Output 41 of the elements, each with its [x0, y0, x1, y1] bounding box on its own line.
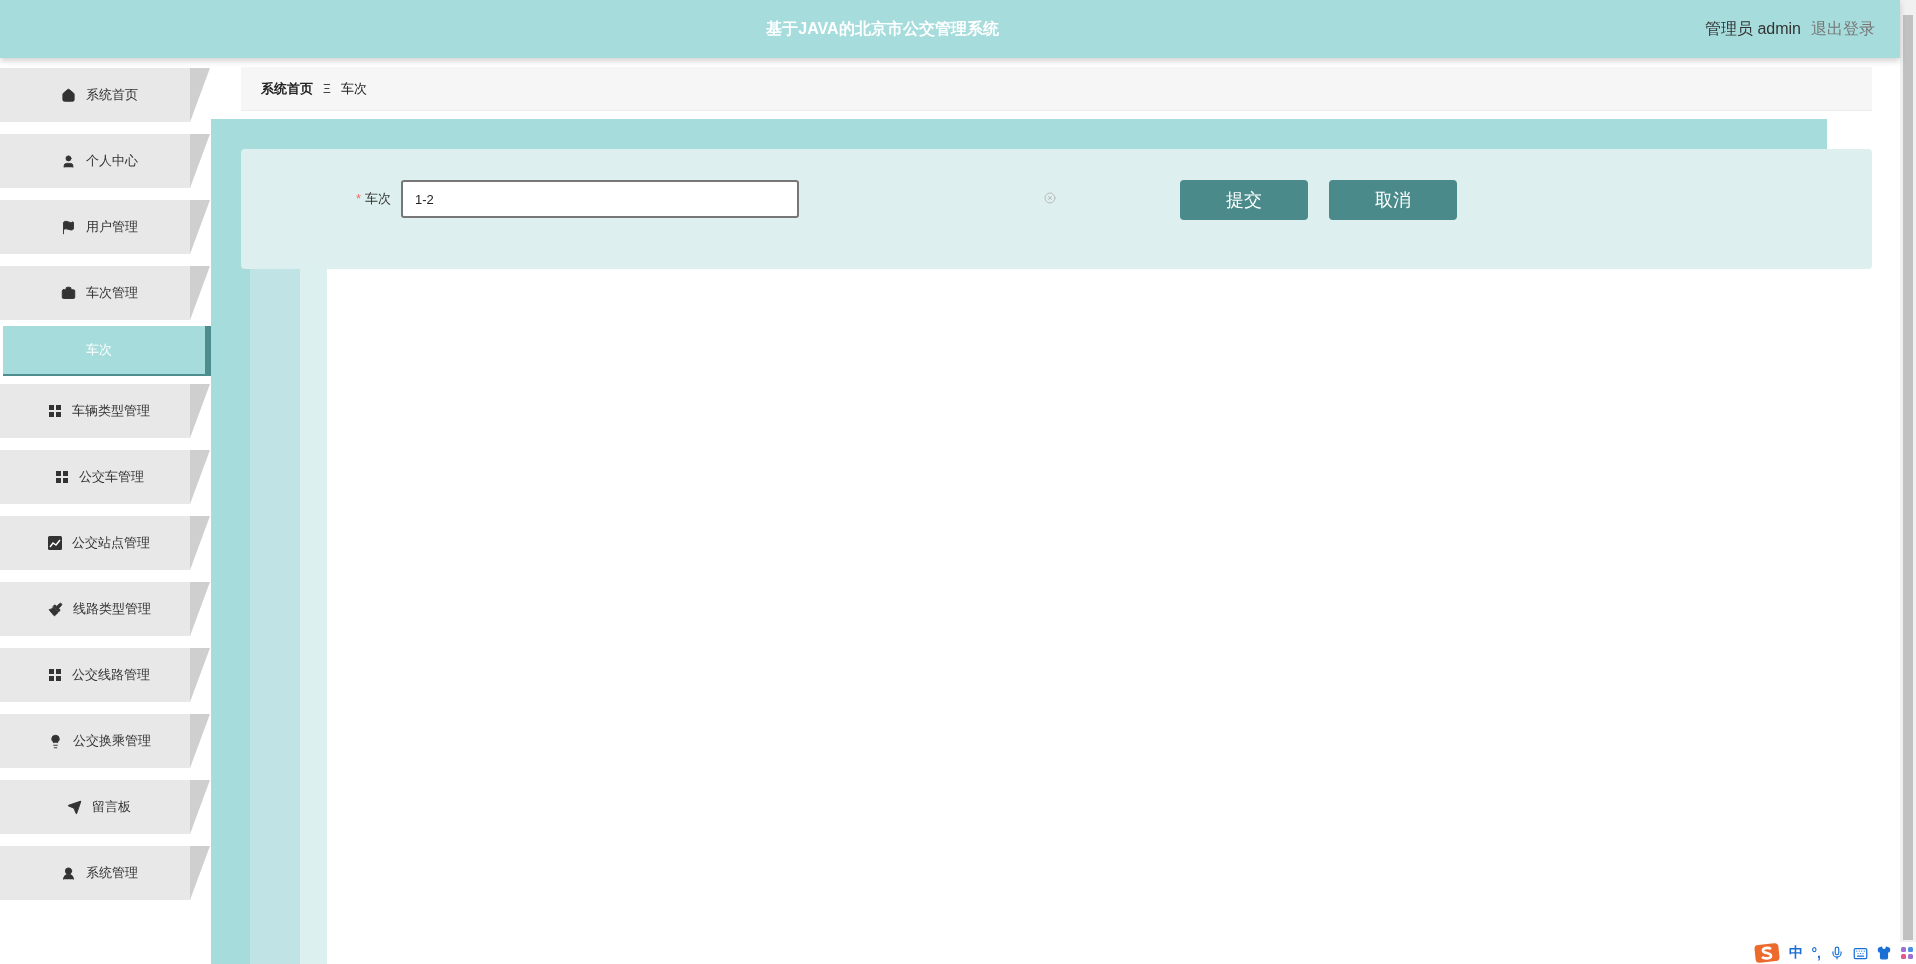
- paintbrush-icon: [47, 601, 63, 617]
- grid-icon: [48, 668, 62, 682]
- ime-logo-icon[interactable]: [1753, 943, 1780, 963]
- sidebar-item[interactable]: 用户管理: [0, 200, 210, 254]
- sidebar-item[interactable]: 线路类型管理: [0, 582, 210, 636]
- microphone-icon[interactable]: [1830, 946, 1844, 960]
- scrollbar-thumb[interactable]: [1903, 15, 1913, 940]
- shirt-icon[interactable]: [1877, 946, 1891, 960]
- submit-button[interactable]: 提交: [1180, 180, 1308, 220]
- briefcase-icon: [60, 285, 76, 301]
- sidebar-item[interactable]: 公交换乘管理: [0, 714, 210, 768]
- field-label: * 车次: [354, 190, 392, 208]
- cancel-button[interactable]: 取消: [1329, 180, 1457, 220]
- sidebar-item[interactable]: 公交车管理: [0, 450, 210, 504]
- sidebar-item[interactable]: 系统首页: [0, 68, 210, 122]
- grid-icon: [48, 404, 62, 418]
- user-label: 管理员 admin: [1704, 18, 1801, 39]
- home-icon: [60, 87, 76, 103]
- sidebar-item[interactable]: 个人中心: [0, 134, 210, 188]
- sidebar-item[interactable]: 车辆类型管理: [0, 384, 210, 438]
- sidebar-item[interactable]: 系统管理: [0, 846, 210, 900]
- apps-icon[interactable]: [1900, 946, 1914, 960]
- breadcrumb-link[interactable]: 系统首页: [261, 79, 313, 98]
- ime-punctuation[interactable]: °,: [1811, 945, 1821, 961]
- user-icon: [60, 153, 76, 169]
- sidebar-item[interactable]: 留言板: [0, 780, 210, 834]
- breadcrumb-link[interactable]: 车次: [340, 79, 367, 98]
- grid-icon: [54, 470, 69, 484]
- sidebar-item[interactable]: 公交站点管理: [0, 516, 210, 570]
- user-icon: [60, 865, 76, 881]
- input-field[interactable]: 1-2: [401, 180, 799, 218]
- flag-icon: [60, 219, 76, 235]
- chart-icon: [48, 536, 62, 550]
- sidebar-item[interactable]: 公交线路管理: [0, 648, 210, 702]
- ime-mode[interactable]: 中: [1788, 944, 1803, 962]
- paper-plane-icon: [67, 799, 82, 815]
- keyboard-icon[interactable]: [1853, 945, 1868, 961]
- sidebar-item[interactable]: 车次管理: [0, 266, 210, 320]
- breadcrumb-separator: Ξ: [323, 81, 331, 96]
- system-title: 基于JAVA的北京市公交管理系统: [765, 18, 1000, 39]
- scrollbar[interactable]: [1900, 0, 1916, 942]
